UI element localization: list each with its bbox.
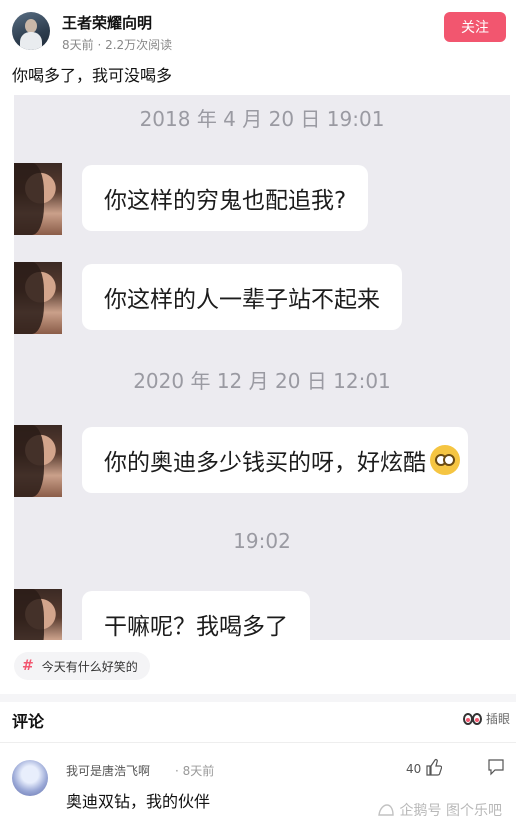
section-divider bbox=[0, 694, 516, 702]
sender-avatar bbox=[14, 589, 62, 640]
watermark-text: 企鹅号 图个乐吧 bbox=[399, 803, 502, 819]
share-icon[interactable] bbox=[488, 758, 504, 776]
chat-message: 你这样的人一辈子站不起来 bbox=[14, 262, 510, 334]
message-bubble: 干嘛呢？我喝多了 bbox=[82, 591, 310, 640]
topic-tag[interactable]: # 今天有什么好笑的 bbox=[14, 652, 150, 680]
insert-eye-label: 插眼 bbox=[485, 712, 510, 726]
topic-label: 今天有什么好笑的 bbox=[41, 659, 138, 674]
chat-timestamp: 2020 年 12 月 20 日 12:01 bbox=[133, 369, 391, 393]
comments-title: 评论 bbox=[12, 712, 45, 731]
post-header: 王者荣耀向明 8天前 · 2.2万次阅读 关注 bbox=[12, 10, 510, 54]
insert-eye-button[interactable]: 插眼 bbox=[462, 710, 510, 727]
chat-message: 干嘛呢？我喝多了 bbox=[14, 589, 510, 640]
author-name[interactable]: 王者荣耀向明 bbox=[62, 12, 152, 33]
chat-message: 你的奥迪多少钱买的呀，好炫酷 bbox=[14, 425, 510, 497]
post-image[interactable]: 2018 年 4 月 20 日 19:01 你这样的穷鬼也配追我? 你这样的人一… bbox=[14, 95, 510, 640]
message-bubble: 你这样的人一辈子站不起来 bbox=[82, 264, 402, 330]
chat-timestamp: 19:02 bbox=[233, 529, 291, 553]
watermark: 企鹅号 图个乐吧 bbox=[377, 800, 502, 820]
like-count: 40 bbox=[406, 762, 422, 776]
thumbs-up-icon[interactable] bbox=[426, 758, 442, 776]
penguin-icon bbox=[377, 804, 394, 816]
message-text: 你的奥迪多少钱买的呀，好炫酷 bbox=[104, 450, 426, 476]
commenter-avatar[interactable] bbox=[12, 760, 48, 796]
author-avatar[interactable] bbox=[12, 12, 50, 50]
post-meta: 8天前 · 2.2万次阅读 bbox=[62, 38, 173, 52]
comment-time: · 8天前 bbox=[175, 764, 215, 778]
comment-divider bbox=[0, 742, 516, 743]
eyes-icon bbox=[462, 712, 482, 725]
hash-icon: # bbox=[22, 658, 34, 674]
emoji-icon bbox=[430, 445, 460, 475]
chat-message: 你这样的穷鬼也配追我? bbox=[14, 163, 510, 235]
message-bubble: 你的奥迪多少钱买的呀，好炫酷 bbox=[82, 427, 468, 493]
sender-avatar bbox=[14, 262, 62, 334]
comment-text: 奥迪双钻，我的伙伴 bbox=[66, 792, 211, 811]
post-title: 你喝多了，我可没喝多 bbox=[12, 66, 173, 85]
message-bubble: 你这样的穷鬼也配追我? bbox=[82, 165, 369, 231]
sender-avatar bbox=[14, 425, 62, 497]
sender-avatar bbox=[14, 163, 62, 235]
comment-item: 我可是唐浩飞啊 · 8天前 40 奥迪双钻，我的伙伴 企鹅号 图个乐吧 bbox=[12, 756, 510, 825]
chat-timestamp: 2018 年 4 月 20 日 19:01 bbox=[139, 107, 385, 131]
follow-button[interactable]: 关注 bbox=[444, 12, 506, 42]
comment-author[interactable]: 我可是唐浩飞啊 bbox=[66, 762, 150, 779]
